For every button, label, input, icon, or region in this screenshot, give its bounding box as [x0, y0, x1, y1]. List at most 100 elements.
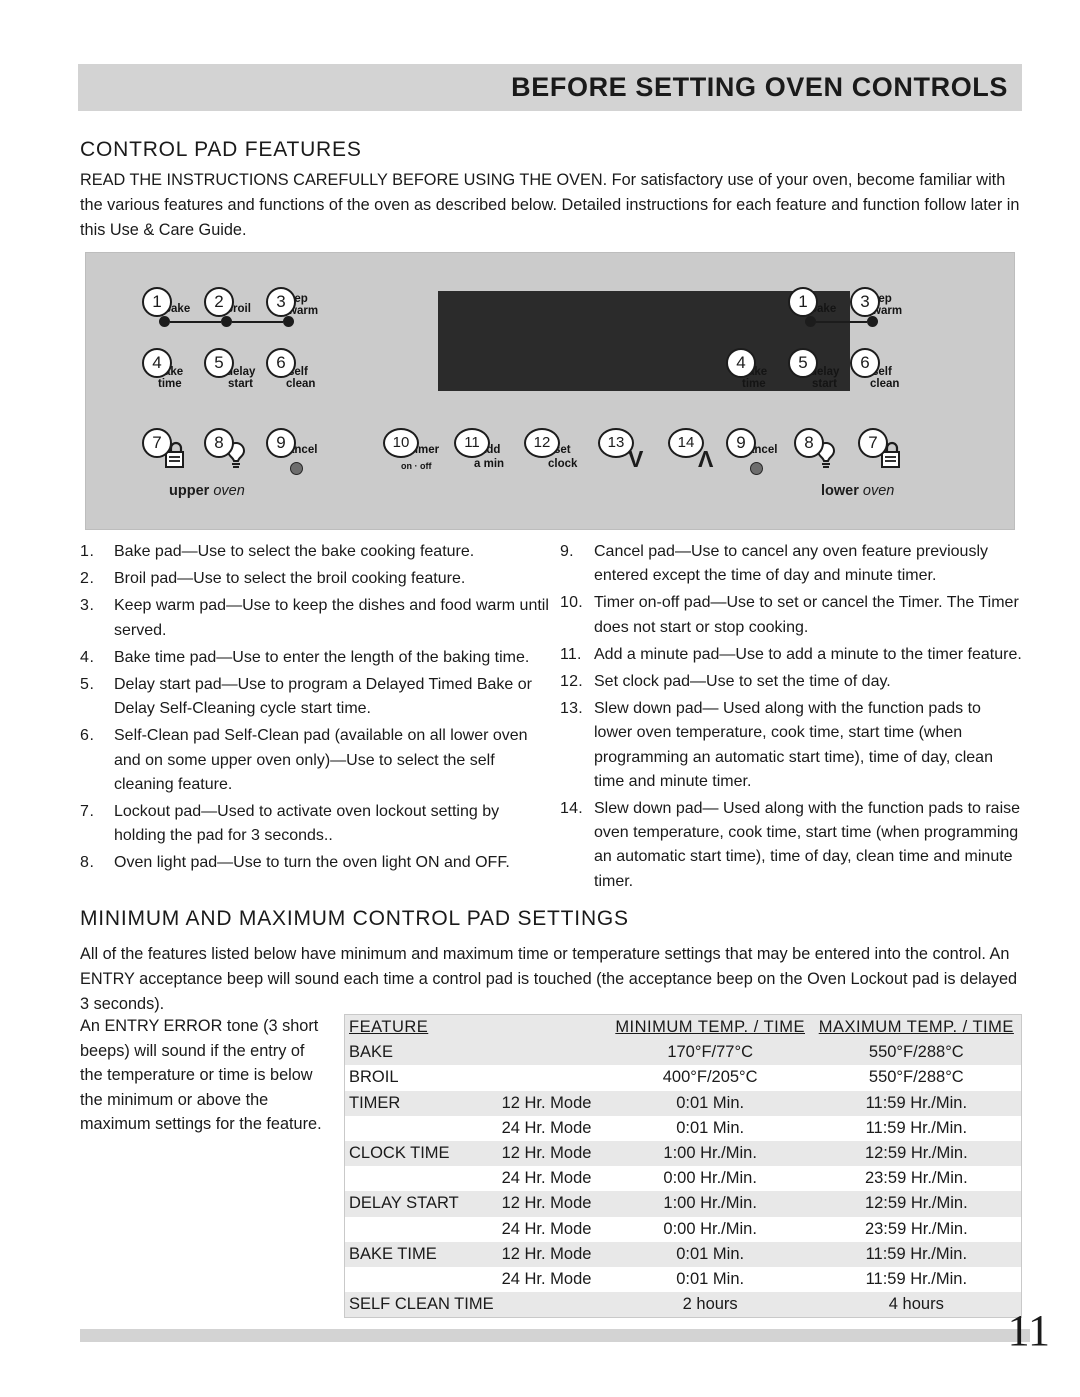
table-cell-feature: TIMER: [349, 1093, 401, 1112]
table-body: BAKE 170°F/77°C 550°F/288°C BROIL 400°F/205°…: [345, 1040, 1021, 1318]
table-cell-mode: [498, 1040, 609, 1065]
indicator-dot-broil: [221, 316, 232, 327]
feature-item-text: Cancel pad—Use to cancel any oven featur…: [594, 543, 988, 585]
feature-item-text: Add a minute pad—Use to add a minute to …: [594, 645, 1022, 663]
table-cell-min: 0:00 Hr./Min.: [663, 1219, 757, 1238]
pad-number-1-lower: 1: [788, 287, 818, 317]
feature-list-item: 5. Delay start pad—Use to program a Delay…: [80, 673, 550, 721]
table-cell-max: 11:59 Hr./Min.: [865, 1269, 968, 1288]
table-cell-mode: 24 Hr. Mode: [501, 1118, 592, 1137]
table-row: 24 Hr. Mode 0:01 Min. 11:59 Hr./Min.: [345, 1266, 1021, 1293]
column-header-feature: FEATURE: [349, 1018, 429, 1037]
pad-number-3-lower: 3: [850, 287, 880, 317]
pad-number-1: 1: [142, 287, 172, 317]
feature-item-number: 12.: [560, 673, 583, 691]
lower-oven-caption: lower oven: [821, 483, 894, 499]
pad-number-3: 3: [266, 287, 296, 317]
page-header-band: BEFORE SETTING OVEN CONTROLS: [78, 64, 1022, 111]
feature-item-text: Slew down pad— Used along with the funct…: [594, 800, 1021, 890]
pad-number-4: 4: [142, 348, 172, 378]
table-row: 24 Hr. Mode 0:00 Hr./Min. 23:59 Hr./Min.: [345, 1166, 1021, 1192]
table-cell-mode: [498, 1065, 609, 1090]
feature-item-number: 1.: [80, 543, 95, 560]
feature-item-text: Lockout pad—Used to activate oven lockou…: [114, 803, 500, 845]
pad-label-clean-lower: clean: [870, 378, 900, 390]
section-heading-control-pad-features: CONTROL PAD FEATURES: [80, 138, 362, 161]
table-cell-mode: 24 Hr. Mode: [501, 1269, 592, 1288]
pad-label-timer-onoff: on · off: [401, 461, 432, 471]
table-cell-max: 4 hours: [888, 1295, 944, 1314]
table-row: SELF CLEAN TIME 2 hours 4 hours: [345, 1292, 1021, 1318]
table-cell-feature: [345, 1217, 498, 1242]
column-header-minimum: MINIMUM TEMP. / TIME: [615, 1018, 805, 1037]
pad-label-start-lower: start: [812, 378, 837, 390]
feature-list-item: 3. Keep warm pad—Use to keep the dishes a…: [80, 594, 550, 642]
feature-item-number: 8.: [80, 854, 95, 872]
page-number: 11: [1007, 1306, 1050, 1355]
table-cell-feature: [345, 1267, 498, 1292]
feature-list-left: 1. Bake pad—Use to select the bake cookin…: [80, 540, 550, 879]
feature-list-item: 13. Slew down pad— Used along with the fu…: [560, 697, 1022, 794]
table-cell-min: 0:01 Min.: [676, 1244, 745, 1263]
table-cell-min: 0:01 Min.: [676, 1093, 745, 1112]
pad-number-12: 12: [524, 428, 560, 458]
table-cell-feature: BAKE TIME: [349, 1244, 437, 1263]
feature-item-text: Set clock pad—Use to set the time of day…: [594, 673, 891, 691]
table-row: TIMER 12 Hr. Mode 0:01 Min. 11:59 Hr./Min.: [345, 1090, 1021, 1116]
table-cell-min: 400°F/205°C: [662, 1068, 758, 1087]
table-cell-feature: BROIL: [349, 1068, 399, 1087]
feature-item-text: Oven light pad—Use to turn the oven ligh…: [114, 854, 510, 872]
table-cell-max: 550°F/288°C: [868, 1068, 964, 1087]
upper-oven-caption: upper oven: [169, 483, 245, 499]
table-cell-max: 11:59 Hr./Min.: [865, 1244, 968, 1263]
table-cell-mode: [498, 1292, 609, 1317]
section-heading-min-max-settings: MINIMUM AND MAXIMUM CONTROL PAD SETTINGS: [80, 907, 629, 930]
pad-number-9: 9: [266, 428, 296, 458]
feature-item-number: 3.: [80, 597, 95, 615]
min-max-settings-table-wrapper: FEATURE MINIMUM TEMP. / TIME MAXIMUM TEM…: [344, 1014, 1022, 1319]
pad-number-11: 11: [454, 428, 490, 458]
page-title: BEFORE SETTING OVEN CONTROLS: [511, 71, 1008, 102]
pad-number-5-lower: 5: [788, 348, 818, 378]
pad-label-clean: clean: [286, 378, 316, 390]
indicator-dot-keep-warm: [283, 316, 294, 327]
indicator-line-lower: [816, 321, 867, 323]
lower-oven-caption-bold: lower: [821, 483, 859, 499]
pad-number-13: 13: [598, 428, 634, 458]
table-header-row: FEATURE MINIMUM TEMP. / TIME MAXIMUM TEM…: [345, 1015, 1021, 1041]
table-row: DELAY START 12 Hr. Mode 1:00 Hr./Min. 12:59…: [345, 1191, 1021, 1217]
indicator-dot-keep-warm-lower: [867, 316, 878, 327]
feature-list-item: 11. Add a minute pad—Use to add a minute …: [560, 643, 1022, 667]
table-cell-min: 0:01 Min.: [676, 1269, 745, 1288]
feature-list-item: 7. Lockout pad—Used to activate oven lock…: [80, 800, 550, 848]
table-cell-min: 2 hours: [682, 1295, 738, 1314]
feature-item-text: Self-Clean pad Self-Clean pad (available…: [114, 727, 528, 793]
table-cell-max: 23:59 Hr./Min.: [864, 1169, 968, 1188]
table-cell-max: 12:59 Hr./Min.: [864, 1144, 968, 1163]
table-row: BROIL 400°F/205°C 550°F/288°C: [345, 1065, 1021, 1091]
table-cell-max: 11:59 Hr./Min.: [865, 1118, 968, 1137]
column-header-mode: [498, 1015, 609, 1040]
table-cell-feature: CLOCK TIME: [349, 1144, 450, 1163]
lower-oven-caption-italic: oven: [862, 483, 895, 499]
feature-item-number: 10.: [560, 594, 583, 612]
table-row: CLOCK TIME 12 Hr. Mode 1:00 Hr./Min. 12:59 …: [345, 1140, 1021, 1167]
feature-item-number: 6.: [80, 727, 95, 745]
pad-number-14: 14: [668, 428, 704, 458]
oven-control-panel-illustration: 1 bake 2 broil 3 eep warm 4 ake time 5 d…: [85, 252, 1015, 530]
table-cell-mode: 12 Hr. Mode: [501, 1144, 592, 1163]
pad-number-9-lower: 9: [726, 428, 756, 458]
pad-number-7-lower: 7: [858, 428, 888, 458]
pad-number-8-lower: 8: [794, 428, 824, 458]
feature-item-text: Delay start pad—Use to program a Delayed…: [114, 676, 532, 718]
feature-list-item: 6. Self-Clean pad Self-Clean pad (availab…: [80, 724, 550, 797]
feature-list-right: 9. Cancel pad—Use to cancel any oven feat…: [560, 540, 1022, 897]
feature-item-text: Bake time pad—Use to enter the length of…: [114, 648, 530, 666]
feature-item-number: 11.: [560, 645, 582, 663]
table-cell-max: 550°F/288°C: [868, 1043, 964, 1062]
pad-number-8: 8: [204, 428, 234, 458]
table-cell-min: 0:01 Min.: [676, 1118, 745, 1137]
table-cell-mode: 12 Hr. Mode: [501, 1244, 592, 1263]
indicator-line-1: [170, 321, 221, 323]
chevron-down-icon: V: [628, 446, 644, 472]
